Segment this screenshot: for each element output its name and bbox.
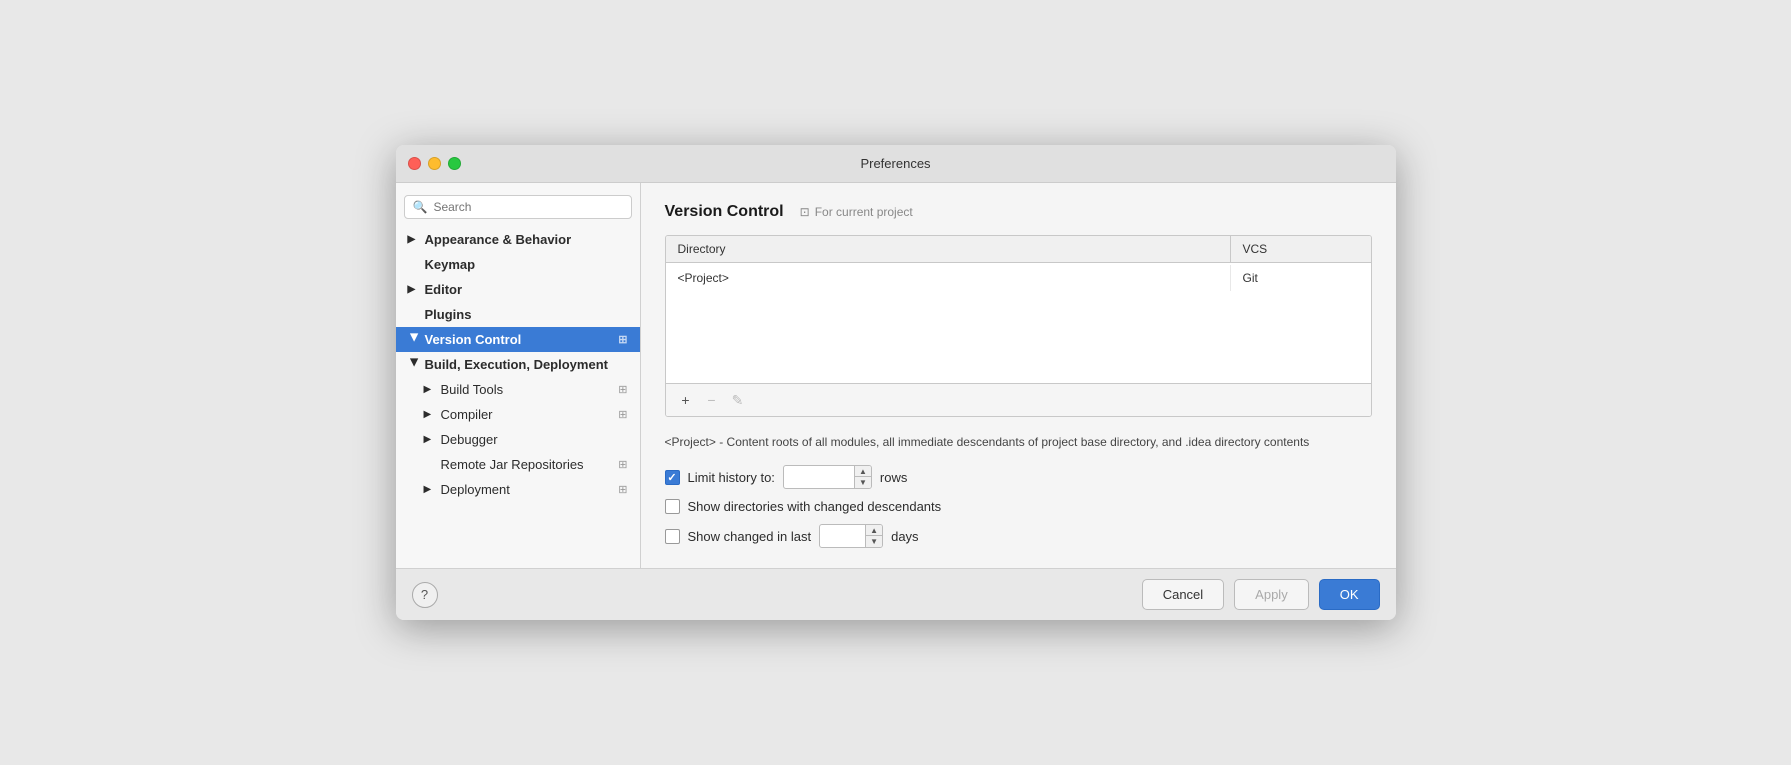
sidebar-item-deployment[interactable]: ▶ Deployment ⊞ (396, 477, 640, 502)
close-button[interactable] (408, 157, 421, 170)
cell-directory: <Project> (666, 265, 1231, 291)
spacer-icon (424, 459, 436, 470)
sidebar-item-label: Build, Execution, Deployment (425, 357, 608, 372)
chevron-right-icon: ▶ (424, 384, 436, 395)
limit-history-suffix: rows (880, 470, 907, 485)
limit-history-up[interactable]: ▲ (855, 466, 871, 477)
chevron-down-icon: ▶ (408, 334, 419, 346)
chevron-right-icon: ▶ (408, 284, 420, 295)
copy-icon: ⊞ (618, 408, 627, 421)
show-changed-descendants-label: Show directories with changed descendant… (688, 499, 942, 514)
cancel-button[interactable]: Cancel (1142, 579, 1224, 610)
sidebar-item-debugger[interactable]: ▶ Debugger (396, 427, 640, 452)
copy-icon: ⊞ (618, 483, 627, 496)
copy-icon: ⊞ (618, 458, 627, 471)
sidebar-item-label: Compiler (441, 407, 493, 422)
ok-button[interactable]: OK (1319, 579, 1380, 610)
table-row[interactable]: <Project> Git (666, 263, 1371, 293)
vcs-table: Directory VCS <Project> Git + − ✎ (665, 235, 1372, 417)
limit-history-down[interactable]: ▼ (855, 477, 871, 488)
limit-history-row: Limit history to: 1,000 ▲ ▼ rows (665, 465, 1372, 489)
for-current-project: ⊡ For current project (800, 205, 913, 219)
copy-icon: ⊞ (618, 383, 627, 396)
project-icon: ⊡ (800, 205, 810, 219)
sidebar-item-keymap[interactable]: Keymap (396, 252, 640, 277)
description-text: <Project> - Content roots of all modules… (665, 433, 1372, 451)
table-toolbar: + − ✎ (666, 383, 1371, 416)
panel-header: Version Control ⊡ For current project (665, 203, 1372, 221)
show-changed-last-label: Show changed in last (688, 529, 812, 544)
minimize-button[interactable] (428, 157, 441, 170)
show-changed-last-input[interactable]: 31 (820, 526, 865, 546)
panel-title: Version Control (665, 203, 784, 221)
show-changed-last-down[interactable]: ▼ (866, 536, 882, 547)
spacer-icon (408, 309, 420, 320)
copy-icon: ⊞ (618, 333, 627, 346)
main-panel: Version Control ⊡ For current project Di… (641, 183, 1396, 568)
sidebar-item-appearance[interactable]: ▶ Appearance & Behavior (396, 227, 640, 252)
sidebar-item-build-tools[interactable]: ▶ Build Tools ⊞ (396, 377, 640, 402)
sidebar-item-label: Keymap (425, 257, 476, 272)
footer: ? Cancel Apply OK (396, 568, 1396, 620)
sidebar-item-plugins[interactable]: Plugins (396, 302, 640, 327)
sidebar-item-label: Build Tools (441, 382, 504, 397)
show-changed-last-up[interactable]: ▲ (866, 525, 882, 536)
sidebar-item-compiler[interactable]: ▶ Compiler ⊞ (396, 402, 640, 427)
limit-history-input[interactable]: 1,000 (784, 467, 854, 487)
chevron-down-icon: ▶ (408, 359, 419, 371)
cell-vcs: Git (1231, 265, 1371, 291)
sidebar-item-editor[interactable]: ▶ Editor (396, 277, 640, 302)
sidebar-item-label: Editor (425, 282, 463, 297)
sidebar-item-label: Deployment (441, 482, 510, 497)
show-changed-last-arrows: ▲ ▼ (865, 525, 882, 547)
sidebar-item-label: Appearance & Behavior (425, 232, 572, 247)
show-changed-last-checkbox[interactable] (665, 529, 680, 544)
chevron-right-icon: ▶ (424, 484, 436, 495)
chevron-right-icon: ▶ (424, 434, 436, 445)
content-area: 🔍 ▶ Appearance & Behavior Keymap ▶ Edito… (396, 183, 1396, 568)
chevron-right-icon: ▶ (424, 409, 436, 420)
sidebar: 🔍 ▶ Appearance & Behavior Keymap ▶ Edito… (396, 183, 641, 568)
chevron-right-icon: ▶ (408, 234, 420, 245)
sidebar-item-remote-jar[interactable]: Remote Jar Repositories ⊞ (396, 452, 640, 477)
search-input[interactable] (433, 200, 622, 214)
remove-button[interactable]: − (700, 389, 724, 411)
vcs-table-header: Directory VCS (666, 236, 1371, 263)
limit-history-label: Limit history to: (688, 470, 775, 485)
preferences-window: Preferences 🔍 ▶ Appearance & Behavior Ke… (396, 145, 1396, 620)
edit-button[interactable]: ✎ (726, 389, 750, 411)
for-current-project-label: For current project (815, 205, 913, 219)
vcs-table-body[interactable]: <Project> Git (666, 263, 1371, 383)
add-button[interactable]: + (674, 389, 698, 411)
sidebar-item-label: Version Control (425, 332, 522, 347)
column-vcs: VCS (1231, 236, 1371, 262)
options-section: Limit history to: 1,000 ▲ ▼ rows Show di… (665, 465, 1372, 548)
show-changed-descendants-checkbox[interactable] (665, 499, 680, 514)
show-changed-last-spinner[interactable]: 31 ▲ ▼ (819, 524, 883, 548)
limit-history-arrows: ▲ ▼ (854, 466, 871, 488)
sidebar-item-label: Plugins (425, 307, 472, 322)
sidebar-item-label: Debugger (441, 432, 498, 447)
search-box[interactable]: 🔍 (404, 195, 632, 219)
sidebar-item-build-execution[interactable]: ▶ Build, Execution, Deployment (396, 352, 640, 377)
column-directory: Directory (666, 236, 1231, 262)
show-changed-last-row: Show changed in last 31 ▲ ▼ days (665, 524, 1372, 548)
show-changed-last-suffix: days (891, 529, 918, 544)
limit-history-checkbox[interactable] (665, 470, 680, 485)
window-title: Preferences (860, 156, 930, 171)
apply-button[interactable]: Apply (1234, 579, 1309, 610)
maximize-button[interactable] (448, 157, 461, 170)
help-button[interactable]: ? (412, 582, 438, 608)
titlebar: Preferences (396, 145, 1396, 183)
sidebar-item-version-control[interactable]: ▶ Version Control ⊞ (396, 327, 640, 352)
footer-buttons: Cancel Apply OK (1142, 579, 1380, 610)
spacer-icon (408, 259, 420, 270)
sidebar-item-label: Remote Jar Repositories (441, 457, 584, 472)
traffic-lights (408, 157, 461, 170)
search-icon: 🔍 (413, 200, 428, 214)
show-changed-descendants-row: Show directories with changed descendant… (665, 499, 1372, 514)
limit-history-spinner[interactable]: 1,000 ▲ ▼ (783, 465, 872, 489)
